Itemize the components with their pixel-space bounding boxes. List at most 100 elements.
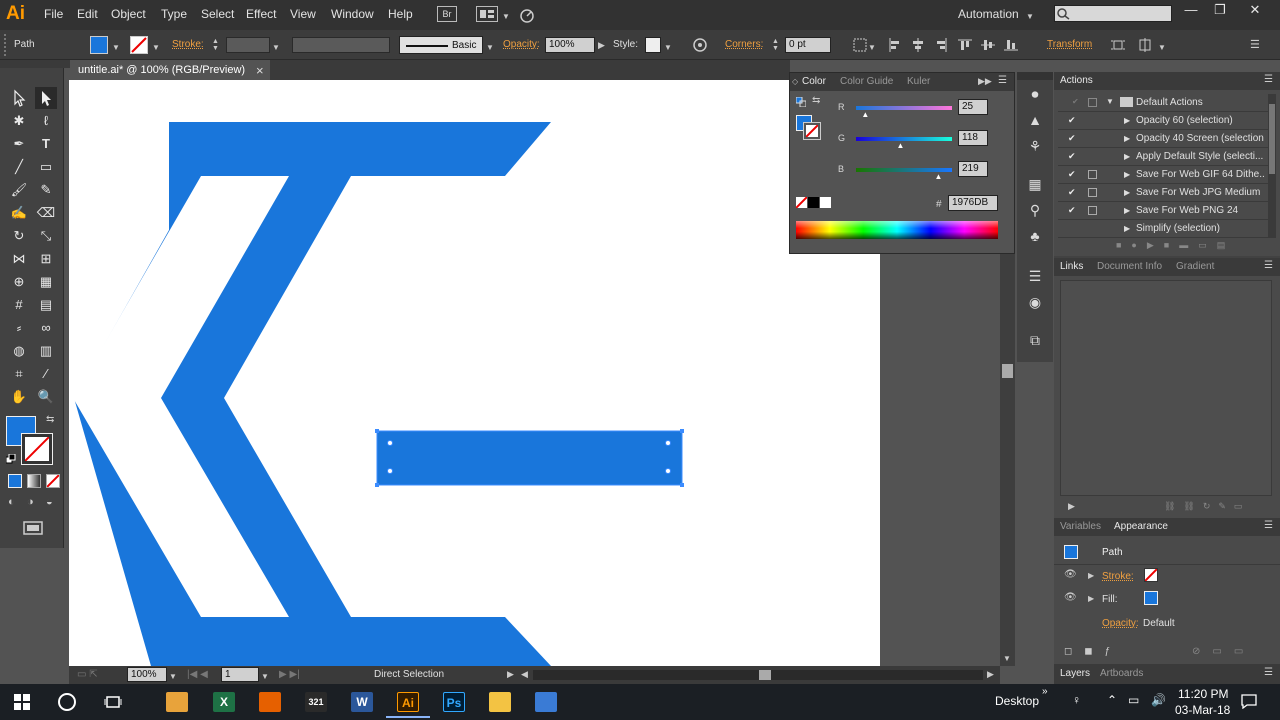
check-icon[interactable]: ✔ <box>1068 169 1076 180</box>
fill-swatch[interactable] <box>90 36 108 54</box>
symbols-dock-icon[interactable]: ⚘ <box>1025 136 1045 156</box>
taskbar-app-illustrator[interactable]: Ai <box>397 692 419 712</box>
blob-brush-tool[interactable]: ✍ <box>8 202 30 224</box>
none-mode-button[interactable] <box>46 474 60 488</box>
corners-label[interactable]: Corners: <box>725 39 763 50</box>
tab-links[interactable]: Links <box>1060 261 1083 272</box>
appearance-stroke-swatch[interactable] <box>1144 568 1158 582</box>
appearance-fill-label[interactable]: Fill: <box>1102 594 1118 605</box>
align-right-icon[interactable] <box>933 37 949 53</box>
opacity-slider-arrow[interactable]: ▶ <box>598 40 605 51</box>
taskbar-app-other[interactable] <box>535 692 557 712</box>
channel-r-slider[interactable] <box>856 106 952 110</box>
stroke-visibility-icon[interactable]: 👁 <box>1064 569 1077 580</box>
expand-action-icon[interactable]: ▶ <box>1124 170 1130 179</box>
artboard-dropdown-icon[interactable]: ▼ <box>261 670 269 682</box>
action-center-button[interactable] <box>1240 693 1258 709</box>
horizontal-scroll-thumb[interactable] <box>759 670 771 680</box>
vertical-scroll-thumb[interactable] <box>1002 364 1013 378</box>
shape-builder-tool[interactable]: ⊕ <box>8 271 30 293</box>
eraser-tool[interactable]: ⌫ <box>35 202 57 224</box>
color-panel-menu-icon[interactable]: ☰ <box>998 75 1007 86</box>
action-item[interactable]: ✔ ▶ Save For Web PNG 24 <box>1058 202 1268 220</box>
fill-expand-icon[interactable]: ▶ <box>1088 594 1094 603</box>
tab-actions[interactable]: Actions <box>1060 75 1093 86</box>
zoom-dropdown-icon[interactable]: ▼ <box>169 670 177 682</box>
action-item[interactable]: ✔ ▶ Save For Web JPG Medium <box>1058 184 1268 202</box>
width-tool[interactable]: ⋈ <box>8 248 30 270</box>
close-button[interactable]: ✕ <box>1240 2 1270 20</box>
appearance-dock-icon[interactable]: ♣ <box>1025 226 1045 246</box>
control-bar-grip[interactable] <box>4 34 8 56</box>
perspective-grid-tool[interactable]: ▦ <box>35 271 57 293</box>
stroke-weight-field[interactable] <box>226 37 270 53</box>
actions-scrollbar[interactable] <box>1268 94 1276 238</box>
status-menu-arrow[interactable]: ▶ <box>507 669 514 680</box>
tab-color[interactable]: Color <box>802 76 826 87</box>
selected-rectangle[interactable] <box>376 430 683 486</box>
gpu-performance-icon[interactable] <box>518 6 536 24</box>
links-list[interactable] <box>1060 280 1272 496</box>
eyedropper-tool[interactable]: ⸗ <box>8 317 30 339</box>
menu-object[interactable]: Object <box>111 7 146 21</box>
check-icon[interactable]: ✔ <box>1068 115 1076 126</box>
opacity-field[interactable]: 100% <box>545 37 595 53</box>
swap-colors-icon[interactable]: ⇆ <box>46 414 54 425</box>
document-tab[interactable]: untitle.ai* @ 100% (RGB/Preview) × <box>70 60 270 80</box>
scroll-left-arrow[interactable]: ◀ <box>521 669 528 680</box>
panel-stroke-box[interactable] <box>803 122 821 140</box>
next-artboard-button[interactable]: ▶ ▶| <box>279 669 300 680</box>
volume-icon[interactable]: 🔊 <box>1151 693 1166 707</box>
maximize-button[interactable]: ❐ <box>1205 2 1235 20</box>
menu-select[interactable]: Select <box>201 7 234 21</box>
align-to-icon[interactable] <box>852 37 868 53</box>
close-tab-button[interactable]: × <box>256 63 264 78</box>
mini-swatch-icon[interactable] <box>796 97 806 107</box>
rotate-tool[interactable]: ↻ <box>8 225 30 247</box>
appearance-footer-buttons[interactable]: ◻◼ƒ <box>1064 646 1122 657</box>
appearance-panel-menu-icon[interactable]: ☰ <box>1264 520 1273 531</box>
clock-date[interactable]: 03-Mar-18 <box>1175 703 1230 717</box>
tab-artboards[interactable]: Artboards <box>1100 668 1143 679</box>
expand-action-icon[interactable]: ▶ <box>1124 224 1130 233</box>
check-icon[interactable]: ✔ <box>1068 205 1076 216</box>
people-icon[interactable]: ♀ <box>1072 693 1081 707</box>
hex-field[interactable]: 1976DB <box>948 195 998 211</box>
blend-tool[interactable]: ∞ <box>35 317 57 339</box>
network-icon[interactable]: ▭ <box>1128 693 1139 707</box>
action-item[interactable]: ✔ ▶ Save For Web GIF 64 Dithe... <box>1058 166 1268 184</box>
scroll-down-arrow[interactable]: ▼ <box>1003 654 1011 663</box>
horizontal-scrollbar[interactable] <box>533 670 983 680</box>
links-panel-menu-icon[interactable]: ☰ <box>1264 260 1273 271</box>
dialog-toggle-icon[interactable] <box>1088 98 1097 107</box>
transform-options-icon[interactable] <box>1137 37 1153 53</box>
paintbrush-tool[interactable]: 🖌 <box>8 179 30 201</box>
stroke-label[interactable]: Stroke: <box>172 39 204 50</box>
links-expand-icon[interactable]: ▶ <box>1068 501 1075 512</box>
slice-tool[interactable]: ⁄ <box>35 363 57 385</box>
arrange-documents-button[interactable] <box>476 6 498 22</box>
action-item[interactable]: ✔ ▶ Opacity 60 (selection) <box>1058 112 1268 130</box>
minimize-button[interactable]: — <box>1176 2 1206 20</box>
action-item[interactable]: ✔ ▶ Opacity 40 Screen (selection) <box>1058 130 1268 148</box>
opacity-label[interactable]: Opacity: <box>503 39 540 50</box>
layers-panel-menu-icon[interactable]: ☰ <box>1264 667 1273 678</box>
transparency-dock-icon[interactable]: ◉ <box>1025 292 1045 312</box>
style-swatch[interactable] <box>645 37 661 53</box>
collapse-panel-icon[interactable]: ▶▶ <box>978 76 992 87</box>
transform-dropdown-icon[interactable]: ▼ <box>1158 41 1166 53</box>
appearance-footer-actions[interactable]: ⊘▭▭ <box>1192 646 1255 657</box>
workspace-switcher[interactable]: Automation <box>958 7 1019 21</box>
scale-tool[interactable]: ⤡ <box>35 225 57 247</box>
free-transform-tool[interactable]: ⊞ <box>35 248 57 270</box>
stroke-weight-dropdown-icon[interactable]: ▼ <box>272 41 280 53</box>
isolate-object-icon[interactable] <box>1110 37 1126 53</box>
dialog-toggle-icon[interactable] <box>1088 188 1097 197</box>
expand-action-icon[interactable]: ▶ <box>1124 152 1130 161</box>
search-help-input[interactable] <box>1054 5 1172 22</box>
none-swatch[interactable] <box>796 197 807 208</box>
brush-definition[interactable]: Basic <box>399 36 483 54</box>
menu-edit[interactable]: Edit <box>77 7 98 21</box>
pen-tool[interactable]: ✒ <box>8 133 30 155</box>
expand-action-icon[interactable]: ▶ <box>1124 188 1130 197</box>
